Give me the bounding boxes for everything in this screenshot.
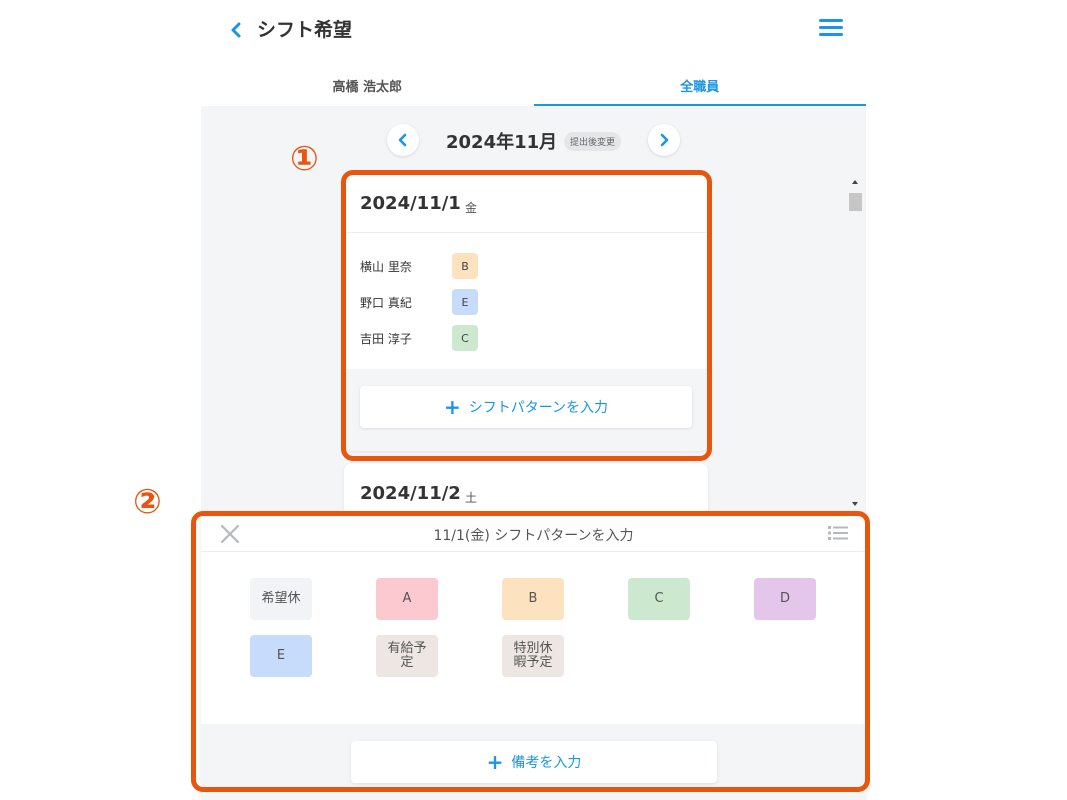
list-view-button[interactable] bbox=[828, 524, 848, 542]
pattern-option[interactable]: A bbox=[376, 578, 438, 620]
add-memo-label: 備考を入力 bbox=[511, 755, 582, 771]
list-icon bbox=[828, 526, 848, 540]
shift-pattern-chip[interactable]: B bbox=[452, 253, 478, 279]
day-card-footer: + シフトパターンを入力 bbox=[344, 369, 708, 451]
hamburger-menu-icon[interactable] bbox=[819, 19, 843, 41]
member-name: 吉田 淳子 bbox=[360, 331, 412, 346]
tab-all-staff[interactable]: 全職員 bbox=[533, 62, 866, 106]
pattern-option[interactable]: 有給予定 bbox=[376, 635, 438, 677]
add-memo-button[interactable]: + 備考を入力 bbox=[351, 741, 717, 783]
scroll-thumb[interactable] bbox=[849, 193, 862, 211]
day-date: 2024/11/2 bbox=[360, 483, 461, 504]
month-label: 2024年11月 bbox=[446, 132, 558, 153]
next-month-button[interactable] bbox=[648, 124, 680, 156]
sheet-title: 11/1(金) シフトパターンを入力 bbox=[433, 528, 634, 544]
member-name: 野口 真紀 bbox=[360, 295, 412, 310]
prev-month-button[interactable] bbox=[387, 124, 419, 156]
tab-bar: 高橋 浩太郎 全職員 bbox=[201, 62, 866, 106]
shift-pattern-sheet: 11/1(金) シフトパターンを入力 希望休 A B C D E 有給予定 特別… bbox=[201, 516, 866, 800]
day-date: 2024/11/1 bbox=[360, 193, 461, 214]
member-name: 横山 里奈 bbox=[360, 259, 412, 274]
day-card-header: 2024/11/2 土 bbox=[344, 463, 708, 516]
annotation-number-1: ① bbox=[290, 139, 319, 179]
day-card-header: 2024/11/1 金 bbox=[344, 173, 708, 233]
shift-pattern-chip[interactable]: C bbox=[452, 325, 478, 351]
member-list: 横山 里奈 B 野口 真紀 E 吉田 淳子 C bbox=[344, 233, 708, 369]
shift-pattern-chip[interactable]: E bbox=[452, 289, 478, 315]
list-item: 野口 真紀 E bbox=[360, 284, 692, 320]
pattern-option[interactable]: 特別休暇予定 bbox=[502, 635, 564, 677]
sheet-footer: + 備考を入力 bbox=[201, 724, 866, 800]
chevron-right-icon bbox=[660, 133, 669, 147]
scroll-up-arrow-icon[interactable] bbox=[852, 180, 858, 184]
pattern-option[interactable]: E bbox=[250, 635, 312, 677]
day-of-week: 土 bbox=[465, 491, 478, 505]
pattern-option[interactable]: B bbox=[502, 578, 564, 620]
list-item: 横山 里奈 B bbox=[360, 248, 692, 284]
add-shift-pattern-button[interactable]: + シフトパターンを入力 bbox=[360, 386, 692, 428]
page-title: シフト希望 bbox=[257, 19, 353, 41]
pattern-option[interactable]: D bbox=[754, 578, 816, 620]
header: シフト希望 bbox=[201, 0, 866, 60]
scrollbar[interactable] bbox=[848, 178, 863, 516]
status-badge: 提出後変更 bbox=[564, 132, 622, 151]
chevron-left-icon bbox=[231, 22, 241, 38]
chevron-left-icon bbox=[398, 133, 407, 147]
pattern-option[interactable]: 希望休 bbox=[250, 578, 312, 620]
plus-icon: + bbox=[486, 750, 504, 774]
annotation-number-2: ② bbox=[133, 482, 162, 522]
list-item: 吉田 淳子 C bbox=[360, 320, 692, 356]
tab-self[interactable]: 高橋 浩太郎 bbox=[201, 62, 534, 106]
sheet-header: 11/1(金) シフトパターンを入力 bbox=[201, 516, 866, 552]
day-card: 2024/11/2 土 bbox=[344, 463, 708, 516]
plus-icon: + bbox=[443, 395, 461, 419]
day-card: 2024/11/1 金 横山 里奈 B 野口 真紀 E 吉田 淳子 C + シフ… bbox=[344, 173, 708, 451]
pattern-option[interactable]: C bbox=[628, 578, 690, 620]
back-button[interactable] bbox=[225, 17, 247, 43]
app-window: シフト希望 高橋 浩太郎 全職員 2024年11月 提出後変更 2024/11/… bbox=[201, 0, 866, 800]
day-of-week: 金 bbox=[465, 201, 478, 215]
scroll-down-arrow-icon[interactable] bbox=[852, 502, 858, 506]
add-shift-pattern-label: シフトパターンを入力 bbox=[468, 400, 609, 416]
